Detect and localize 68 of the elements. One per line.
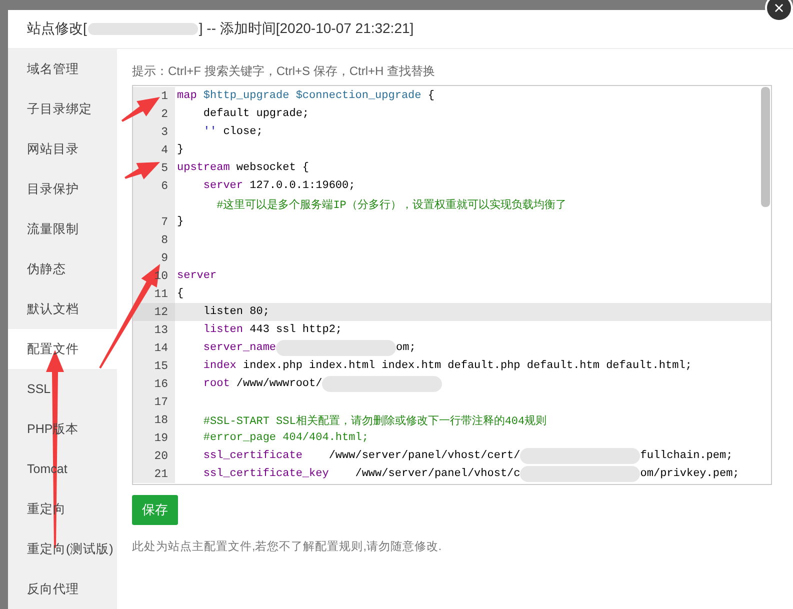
annotation-arrow: [121, 97, 160, 122]
code-token: #这里可以是多个服务端IP（分多行），设置权重就可以实现负载均衡了: [216, 198, 566, 212]
code-token: /www/wwwroot/: [235, 378, 322, 390]
code-token: {: [177, 288, 184, 300]
note-text: 此处为站点主配置文件,若您不了解配置规则,请勿随意修改.: [132, 539, 443, 554]
code-token: 443 ssl http2;: [248, 324, 342, 336]
code-token: server: [202, 180, 244, 192]
code-token: }: [177, 216, 184, 228]
code-token: index: [202, 360, 236, 372]
sidebar-item[interactable]: 重定向(测试版): [8, 529, 117, 569]
line-number: 13: [133, 321, 175, 339]
code-token: map: [177, 90, 197, 102]
code-token: om/privkey.pem;: [640, 468, 740, 480]
code-token: /www/server/panel/vhost/c: [354, 468, 520, 480]
sidebar-item[interactable]: 配置文件: [8, 329, 117, 369]
code-token: om;: [396, 342, 416, 354]
code-token: 127.0.0.1:19600;: [248, 180, 356, 192]
code-token: websocket {: [235, 162, 310, 174]
code-token: root: [202, 378, 230, 390]
sidebar-item[interactable]: 域名管理: [8, 49, 117, 89]
code-token: listen 80;: [202, 306, 270, 318]
line-number: 7: [133, 213, 175, 231]
dialog-title: ] -- 添加时间[2020-10-07 21:32:21]: [198, 20, 414, 38]
line-number: 14: [133, 339, 175, 357]
sidebar-item[interactable]: 子目录绑定: [8, 89, 117, 129]
line-number: 8: [133, 231, 175, 249]
sidebar-item[interactable]: 反向代理: [8, 569, 117, 609]
line-number: 20: [133, 447, 175, 465]
code-token: $http_upgrade: [202, 90, 290, 102]
sidebar-item[interactable]: 默认文档: [8, 289, 117, 329]
code-token: ssl_certificate_key: [202, 468, 329, 480]
code-token: server: [177, 270, 217, 282]
code-token: #error_page 404/404.html;: [202, 432, 368, 444]
code-token: upstream: [177, 162, 230, 174]
line-number: 9: [133, 249, 175, 267]
line-number: 18: [133, 411, 175, 429]
sidebar-item[interactable]: 流量限制: [8, 209, 117, 249]
code-token: fullchain.pem;: [640, 450, 733, 462]
line-number: 3: [133, 123, 175, 141]
sidebar-item[interactable]: 伪静态: [8, 249, 117, 289]
code-token: listen: [202, 324, 244, 336]
code-token: default upgrade;: [202, 108, 310, 120]
code-token: ssl_certificate: [202, 450, 302, 462]
line-number: 17: [133, 393, 175, 411]
code-token: index.php index.html index.htm default.php default.htm default.html;: [242, 360, 692, 372]
annotation-arrow: [124, 162, 160, 180]
dialog-title: 站点修改[: [27, 20, 87, 38]
sidebar-item[interactable]: 网站目录: [8, 129, 117, 169]
code-token: {: [426, 90, 434, 102]
line-number: 15: [133, 357, 175, 375]
line-number: 16: [133, 375, 175, 393]
scrollbar-thumb[interactable]: [761, 87, 770, 207]
code-token: server_name: [202, 342, 276, 354]
line-number: 19: [133, 429, 175, 447]
code-token: '': [202, 126, 217, 138]
code-token: }: [177, 144, 184, 156]
code-token: #SSL-START SSL相关配置，请勿删除或修改下一行带注释的404规则: [202, 414, 547, 428]
line-number: 21: [133, 465, 175, 483]
line-number: 12: [133, 303, 175, 321]
code-token: close;: [222, 126, 263, 138]
line-number: 6: [133, 177, 175, 195]
line-number: 4: [133, 141, 175, 159]
sidebar-item[interactable]: SSL: [8, 369, 117, 409]
hint-text: 提示：Ctrl+F 搜索关键字，Ctrl+S 保存，Ctrl+H 查找替换: [132, 63, 436, 79]
code-token: /www/server/panel/vhost/cert/: [328, 450, 520, 462]
code-token: $connection_upgrade: [294, 90, 422, 102]
sidebar-item[interactable]: 目录保护: [8, 169, 117, 209]
code-editor[interactable]: [132, 85, 772, 485]
